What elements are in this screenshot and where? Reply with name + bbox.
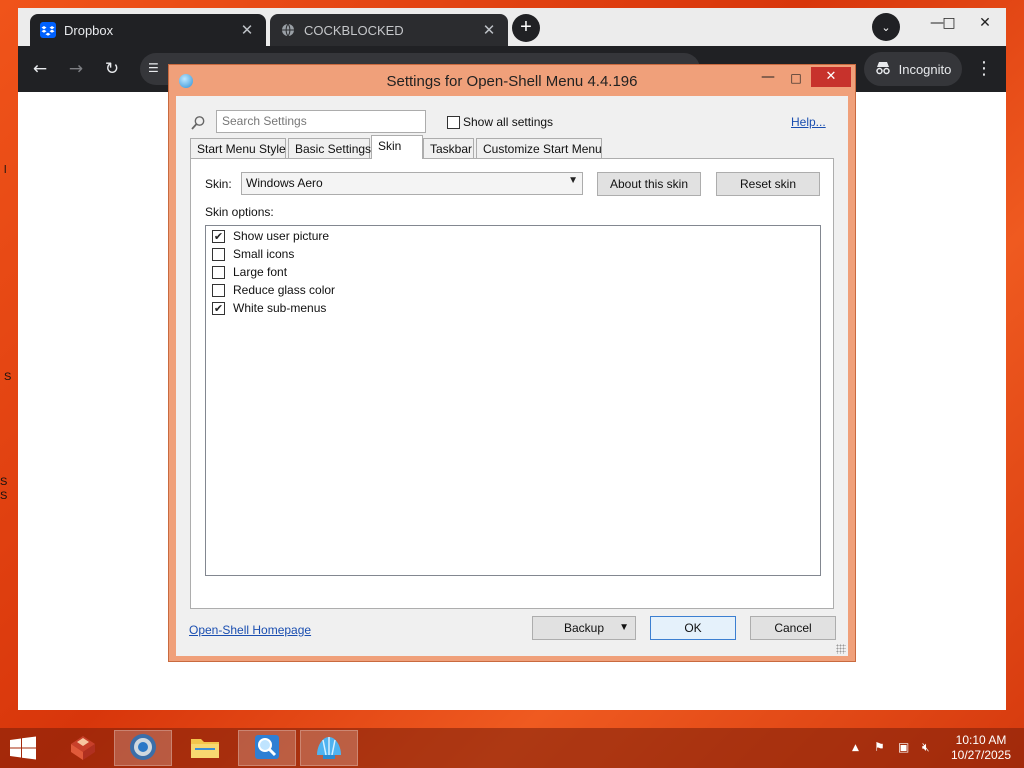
taskbar-app-dropbox[interactable] (54, 730, 112, 766)
cancel-button[interactable]: Cancel (750, 616, 836, 640)
reset-skin-button[interactable]: Reset skin (716, 172, 820, 196)
list-item[interactable]: Large font (212, 264, 287, 280)
option-label: White sub-menus (233, 301, 327, 315)
desktop-edge-glyph: S (0, 476, 8, 488)
incognito-badge[interactable]: Incognito (864, 52, 962, 86)
clock-time: 10:10 AM (955, 733, 1007, 747)
volume-muted-icon[interactable]: 🔇︎ (922, 740, 930, 755)
list-item[interactable]: ✔ White sub-menus (212, 300, 326, 316)
option-checkbox[interactable]: ✔ (212, 229, 225, 243)
list-item[interactable]: Small icons (212, 246, 294, 262)
dialog-title-bar[interactable]: Settings for Open-Shell Menu 4.4.196 — □… (169, 65, 855, 95)
skin-options-list: ✔ Show user picture Small icons Large fo… (205, 225, 821, 576)
dialog-title: Settings for Open-Shell Menu 4.4.196 (386, 73, 638, 90)
about-skin-button[interactable]: About this skin (597, 172, 701, 196)
tab-skin[interactable]: Skin (371, 135, 423, 159)
taskbar-app-search[interactable] (238, 730, 296, 766)
forward-icon[interactable]: → (64, 57, 88, 81)
taskbar-app-chrome[interactable] (114, 730, 172, 766)
tab-dropbox[interactable]: Dropbox ✕ (30, 14, 266, 46)
shell-icon (313, 733, 345, 764)
skin-tab-panel: Skin: Windows Aero ▼ About this skin Res… (190, 158, 834, 609)
help-link[interactable]: Help... (791, 115, 826, 129)
tab-search-button[interactable]: ⌄ (872, 13, 900, 41)
dropdown-arrow-icon: ▼ (619, 622, 629, 633)
tab-title: Dropbox (64, 22, 114, 38)
folder-icon (189, 733, 221, 764)
search-settings-input[interactable]: Search Settings (216, 110, 426, 133)
ok-button[interactable]: OK (650, 616, 736, 640)
site-info-icon[interactable]: ☰ (148, 61, 164, 77)
taskbar-app-open-shell[interactable] (300, 730, 358, 766)
tab-taskbar[interactable]: Taskbar (423, 138, 474, 158)
option-label: Small icons (233, 247, 295, 261)
taskbar: ▲ ⚑ ▣ 🔇︎ 10:10 AM 10/27/2025 (0, 728, 1024, 768)
new-tab-button[interactable]: + (512, 14, 540, 42)
skin-label: Skin: (205, 177, 232, 191)
show-all-settings-checkbox[interactable] (447, 116, 460, 129)
incognito-label: Incognito (898, 61, 952, 77)
skin-options-label: Skin options: (205, 205, 274, 219)
window-close-icon[interactable]: ✕ (970, 12, 1000, 36)
window-maximize-icon[interactable]: □ (934, 12, 964, 36)
tab-start-menu-style[interactable]: Start Menu Style (190, 138, 286, 158)
chrome-icon (128, 732, 158, 765)
dropbox-box-icon (66, 732, 100, 765)
tab-title: COCKBLOCKED (304, 22, 404, 38)
globe-icon (280, 22, 296, 38)
option-checkbox[interactable] (212, 265, 225, 279)
close-tab-icon[interactable]: ✕ (238, 21, 256, 39)
option-label: Show user picture (233, 229, 330, 243)
homepage-link[interactable]: Open-Shell Homepage (189, 623, 311, 637)
skin-select-value: Windows Aero (246, 176, 323, 190)
settings-dialog: Settings for Open-Shell Menu 4.4.196 — □… (168, 64, 856, 662)
option-label: Large font (233, 265, 288, 279)
dialog-maximize-icon[interactable]: □ (783, 69, 809, 89)
backup-label: Backup (563, 621, 605, 635)
list-item[interactable]: ✔ Show user picture (212, 228, 329, 244)
back-icon[interactable]: ← (28, 57, 52, 81)
network-icon[interactable]: ▣ (898, 740, 909, 754)
start-button[interactable] (8, 736, 38, 760)
tab-basic-settings[interactable]: Basic Settings (288, 138, 371, 158)
tab-strip: Dropbox ✕ COCKBLOCKED ✕ + ⌄ — □ ✕ (18, 8, 1006, 46)
show-hidden-icons[interactable]: ▲ (852, 743, 859, 753)
desktop-edge-glyph: S (0, 490, 8, 502)
chevron-down-icon: ⌄ (881, 20, 891, 34)
clock-date: 10/27/2025 (950, 748, 1012, 762)
desktop-edge-glyph: S (4, 371, 12, 383)
close-tab-icon[interactable]: ✕ (480, 21, 498, 39)
tab-cockblocked[interactable]: COCKBLOCKED ✕ (270, 14, 508, 46)
dialog-minimize-icon[interactable]: — (755, 69, 781, 89)
desktop-edge-glyph: l (4, 164, 7, 176)
magnifier-icon (252, 732, 282, 765)
option-checkbox[interactable]: ✔ (212, 301, 225, 315)
backup-button[interactable]: Backup ▼ (532, 616, 636, 640)
dropbox-icon (40, 22, 56, 38)
dialog-close-icon[interactable]: ✕ (811, 67, 851, 87)
incognito-icon (875, 61, 891, 78)
tab-customize-start-menu[interactable]: Customize Start Menu (476, 138, 602, 158)
reload-icon[interactable]: ↻ (100, 57, 124, 81)
browser-menu-icon[interactable]: ⋮ (974, 57, 994, 81)
taskbar-clock[interactable]: 10:10 AM 10/27/2025 (942, 733, 1020, 763)
skin-select[interactable]: Windows Aero ▼ (241, 172, 583, 195)
dialog-client-area: Search Settings Show all settings Help..… (176, 96, 848, 656)
action-center-flag-icon[interactable]: ⚑ (874, 740, 885, 754)
taskbar-app-file-explorer[interactable] (176, 730, 234, 766)
option-label: Reduce glass color (233, 283, 336, 297)
option-checkbox[interactable] (212, 283, 225, 297)
option-checkbox[interactable] (212, 247, 225, 261)
search-icon (190, 115, 206, 131)
show-all-settings-label: Show all settings (463, 115, 554, 129)
resize-grip[interactable] (836, 644, 846, 654)
list-item[interactable]: Reduce glass color (212, 282, 335, 298)
chevron-down-icon: ▼ (568, 175, 578, 186)
